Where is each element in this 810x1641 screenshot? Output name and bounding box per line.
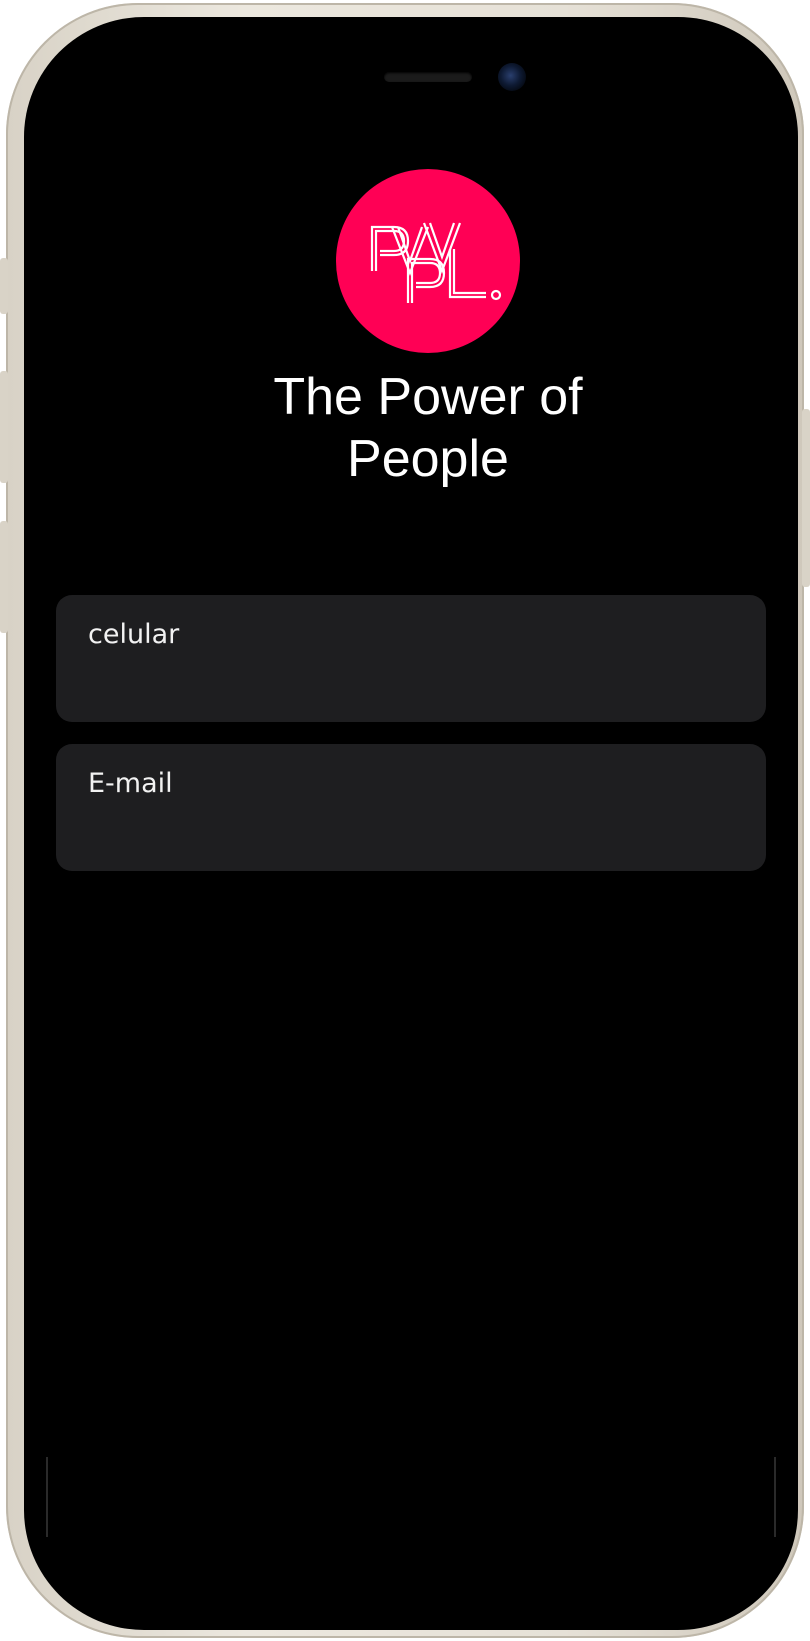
earpiece-speaker [384, 72, 472, 82]
app-title: The Power of People [164, 366, 692, 490]
email-input[interactable] [88, 810, 732, 852]
phone-input[interactable] [88, 661, 732, 703]
email-field-label: E-mail [88, 768, 173, 799]
phone-frame: The Power of People celular E-mail [0, 3, 810, 1638]
app-title-line-1: The Power of [273, 368, 583, 426]
screen-edge-left [46, 1457, 48, 1537]
pvpl-logo-icon [370, 222, 502, 303]
app-logo [336, 169, 520, 353]
screen-edge-right [774, 1457, 776, 1537]
volume-down-button [0, 521, 8, 633]
phone-screen: The Power of People celular E-mail [24, 17, 798, 1630]
phone-field-label: celular [88, 619, 180, 650]
app-title-line-2: People [347, 430, 509, 488]
power-button [802, 409, 810, 587]
mute-switch [0, 258, 8, 314]
email-field[interactable]: E-mail [56, 744, 766, 871]
phone-field[interactable]: celular [56, 595, 766, 722]
volume-up-button [0, 371, 8, 483]
front-camera-icon [498, 63, 526, 91]
